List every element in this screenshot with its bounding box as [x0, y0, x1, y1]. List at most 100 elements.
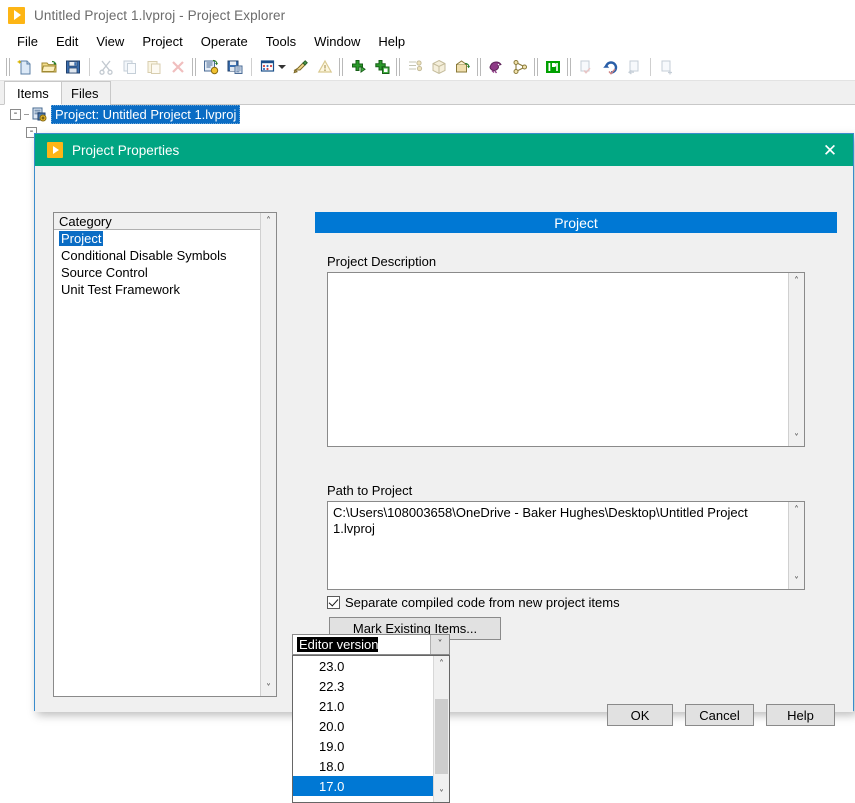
toolbar-grip-1 — [4, 57, 13, 77]
new-virtual-folder-icon[interactable] — [371, 56, 393, 78]
toolbar-grip-7 — [565, 57, 574, 77]
scroll-down-icon[interactable]: ˅ — [789, 430, 805, 446]
connections-icon[interactable] — [509, 56, 531, 78]
toolbar — [0, 53, 855, 81]
new-vi-icon[interactable] — [14, 56, 36, 78]
dragon-icon[interactable] — [485, 56, 507, 78]
dropdown-option-20-0[interactable]: 20.0 — [293, 716, 433, 736]
menu-item-file[interactable]: File — [8, 32, 47, 51]
arrange-dropdown-caret-icon[interactable] — [278, 64, 286, 69]
app-titlebar: Untitled Project 1.lvproj - Project Expl… — [0, 0, 855, 30]
dropdown-option-18-0[interactable]: 18.0 — [293, 756, 433, 776]
scrollbar-thumb[interactable] — [790, 289, 803, 430]
toolbar-grip-5 — [475, 57, 484, 77]
scrollbar-thumb[interactable] — [790, 518, 803, 573]
dropdown-option-17-0[interactable]: 17.0 — [293, 776, 433, 796]
scroll-down-icon[interactable]: ˅ — [434, 786, 450, 802]
category-item-project[interactable]: Project — [54, 230, 260, 247]
app-title: Untitled Project 1.lvproj - Project Expl… — [34, 7, 286, 23]
toolbar-divider-2 — [251, 57, 252, 76]
tree-row[interactable]: - Project: Untitled Project 1.lvproj — [0, 104, 855, 124]
menu-item-tools[interactable]: Tools — [257, 32, 305, 51]
menu-item-project[interactable]: Project — [133, 32, 191, 51]
check-vi-icon — [575, 56, 597, 78]
chevron-down-icon[interactable]: ˅ — [430, 635, 449, 654]
copy-icon — [119, 56, 141, 78]
arrange-items-icon[interactable] — [257, 56, 279, 78]
category-listbox[interactable]: Category Project Conditional Disable Sym… — [53, 212, 277, 697]
labview-play-icon — [8, 6, 25, 24]
menu-item-edit[interactable]: Edit — [47, 32, 87, 51]
menu-item-help[interactable]: Help — [369, 32, 414, 51]
path-scrollbar[interactable]: ˄ ˅ — [788, 502, 804, 589]
run-icon[interactable] — [542, 56, 564, 78]
cancel-button[interactable]: Cancel — [685, 704, 754, 726]
tab-files[interactable]: Files — [58, 81, 112, 105]
distribute-icon[interactable] — [452, 56, 474, 78]
save-all-icon[interactable] — [224, 56, 246, 78]
scrollbar-thumb[interactable] — [262, 229, 275, 680]
category-item-unit-test-framework[interactable]: Unit Test Framework — [54, 281, 260, 298]
toolbar-grip-3 — [337, 57, 346, 77]
dialog-title: Project Properties — [72, 142, 180, 158]
menu-bar: File Edit View Project Operate Tools Win… — [0, 31, 855, 52]
dropdown-option-21-0[interactable]: 21.0 — [293, 696, 433, 716]
category-list: Category Project Conditional Disable Sym… — [54, 213, 260, 696]
category-item-source-control[interactable]: Source Control — [54, 264, 260, 281]
category-scrollbar[interactable]: ˄ ˅ — [260, 213, 276, 696]
dropdown-option-19-0[interactable]: 19.0 — [293, 736, 433, 756]
category-header: Category — [54, 213, 260, 230]
scroll-up-icon[interactable]: ˄ — [261, 213, 277, 229]
menu-item-view[interactable]: View — [87, 32, 133, 51]
scroll-up-icon[interactable]: ˄ — [789, 273, 805, 289]
ok-button[interactable]: OK — [607, 704, 673, 726]
scroll-down-icon[interactable]: ˅ — [789, 573, 805, 589]
help-button[interactable]: Help — [766, 704, 835, 726]
save-project-icon[interactable] — [62, 56, 84, 78]
labview-play-icon — [47, 142, 63, 158]
project-description-textarea[interactable]: ˄ ˅ — [327, 272, 805, 447]
toolbar-divider-3 — [650, 57, 651, 76]
add-target-icon[interactable] — [347, 56, 369, 78]
project-description-label: Project Description — [327, 254, 437, 269]
path-to-project-value[interactable]: C:\Users\108003658\OneDrive - Baker Hugh… — [328, 502, 788, 589]
build-specs-icon — [404, 56, 426, 78]
scroll-up-icon[interactable]: ˄ — [789, 502, 805, 518]
previous-error-icon — [623, 56, 645, 78]
separate-compiled-code-label: Separate compiled code from new project … — [345, 595, 620, 610]
package-icon — [428, 56, 450, 78]
category-item-conditional-disable-symbols[interactable]: Conditional Disable Symbols — [54, 247, 260, 264]
highlight-icon[interactable] — [290, 56, 312, 78]
scroll-down-icon[interactable]: ˅ — [261, 680, 277, 696]
save-version-dropdown-list[interactable]: 23.0 22.3 21.0 20.0 19.0 18.0 17.0 ˄ ˅ — [292, 655, 450, 803]
project-description-value[interactable] — [328, 273, 788, 446]
toolbar-grip-6 — [532, 57, 541, 77]
separate-compiled-code-checkbox-row[interactable]: Separate compiled code from new project … — [327, 595, 620, 610]
open-project-icon[interactable] — [38, 56, 60, 78]
path-to-project-field[interactable]: C:\Users\108003658\OneDrive - Baker Hugh… — [327, 501, 805, 590]
save-version-combobox[interactable]: Editor version ˅ — [292, 634, 450, 655]
description-scrollbar[interactable]: ˄ ˅ — [788, 273, 804, 446]
paste-icon — [143, 56, 165, 78]
undo-icon[interactable] — [599, 56, 621, 78]
deploy-icon[interactable] — [200, 56, 222, 78]
tab-items[interactable]: Items — [4, 81, 62, 105]
dropdown-option-23-0[interactable]: 23.0 — [293, 656, 433, 676]
tree-root-label[interactable]: Project: Untitled Project 1.lvproj — [51, 104, 241, 124]
save-version-selected-value[interactable]: Editor version — [297, 637, 379, 652]
toolbar-grip-4 — [394, 57, 403, 77]
menu-item-operate[interactable]: Operate — [192, 32, 257, 51]
warning-icon — [314, 56, 336, 78]
scrollbar-thumb[interactable] — [435, 699, 448, 774]
toolbar-divider-1 — [89, 57, 90, 76]
separate-compiled-code-checkbox[interactable] — [327, 596, 340, 609]
menu-item-window[interactable]: Window — [305, 32, 369, 51]
dropdown-scrollbar[interactable]: ˄ ˅ — [433, 656, 449, 802]
delete-icon — [167, 56, 189, 78]
close-icon[interactable]: ✕ — [813, 135, 847, 165]
dropdown-option-22-3[interactable]: 22.3 — [293, 676, 433, 696]
scroll-up-icon[interactable]: ˄ — [434, 656, 450, 672]
collapse-expander-icon[interactable]: - — [10, 108, 21, 120]
path-to-project-label: Path to Project — [327, 483, 413, 498]
dialog-body: Category Project Conditional Disable Sym… — [35, 166, 853, 726]
